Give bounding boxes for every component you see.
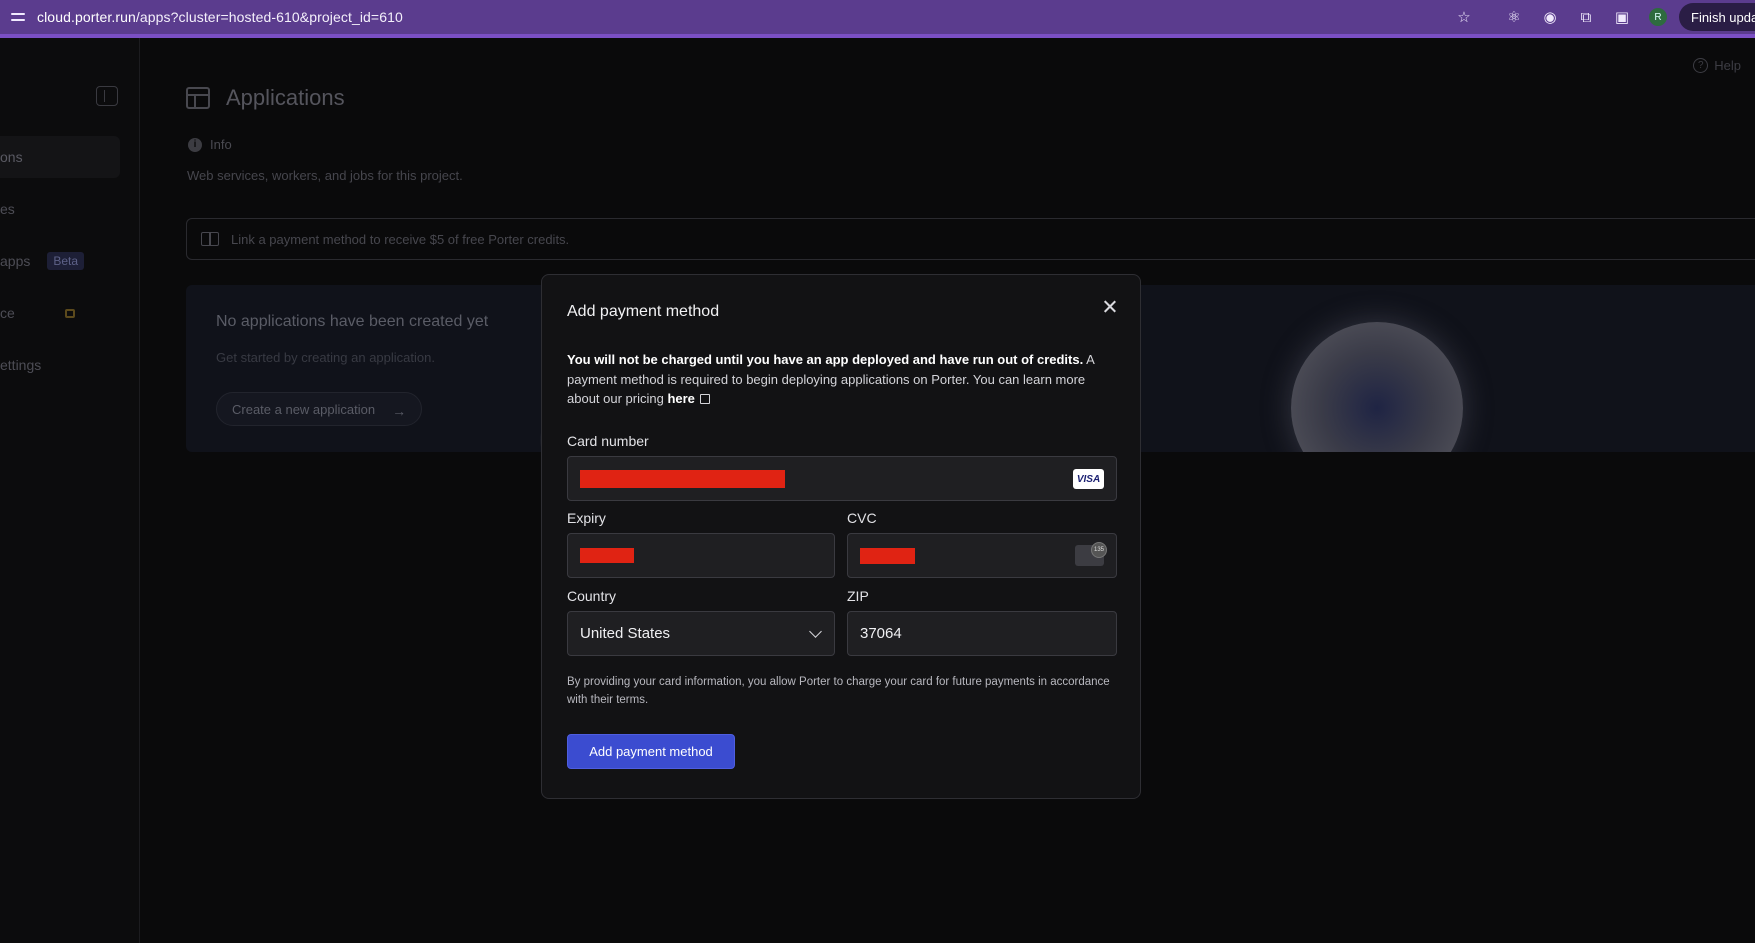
help-label: Help <box>1714 58 1741 73</box>
url-host: cloud.porter.run <box>37 9 136 25</box>
extensions-puzzle-icon[interactable]: ⧉ <box>1577 8 1595 26</box>
card-number-label: Card number <box>567 433 649 449</box>
decorative-orb <box>1291 322 1463 452</box>
sidebar-item-label: ce <box>0 305 15 321</box>
create-application-label: Create a new application <box>232 401 376 417</box>
expiry-label: Expiry <box>567 510 606 526</box>
empty-state-subtitle: Get started by creating an application. <box>216 350 435 365</box>
site-settings-icon[interactable] <box>11 11 25 23</box>
sidebar-item-preview-apps[interactable]: apps Beta <box>0 240 120 282</box>
sidebar-item-label: apps <box>0 253 31 269</box>
zip-value: 37064 <box>860 625 902 642</box>
finish-update-button[interactable]: Finish upda <box>1679 3 1755 31</box>
toolbar-divider <box>0 34 1755 38</box>
payment-promo-banner[interactable]: Link a payment method to receive $5 of f… <box>186 218 1755 260</box>
profile-avatar[interactable]: R <box>1649 8 1667 26</box>
help-icon: ? <box>1693 58 1709 73</box>
help-link[interactable]: ? Help <box>1693 58 1741 73</box>
sidebar: ons es apps Beta ce ettings <box>0 38 140 943</box>
arrow-right-icon: → <box>392 403 407 419</box>
applications-icon <box>186 87 210 109</box>
side-panel-icon[interactable]: ▣ <box>1613 8 1631 26</box>
external-link-icon <box>699 394 710 404</box>
country-value: United States <box>580 625 671 642</box>
expiry-input[interactable] <box>567 533 835 578</box>
page-subtitle: Web services, workers, and jobs for this… <box>187 168 463 183</box>
sidebar-item-label: ons <box>0 149 23 165</box>
add-payment-modal: Add payment method You will not be charg… <box>541 274 1141 799</box>
visa-card-icon: VISA <box>1073 469 1104 489</box>
collapse-sidebar-icon[interactable] <box>96 86 118 106</box>
notice-bold: You will not be charged until you have a… <box>567 352 1084 367</box>
sidebar-item-compliance[interactable]: ce <box>0 292 120 334</box>
create-application-button[interactable]: Create a new application → <box>216 392 423 426</box>
country-label: Country <box>567 588 617 604</box>
cvc-input[interactable] <box>847 533 1117 578</box>
empty-state-title: No applications have been created yet <box>216 313 489 330</box>
zip-label: ZIP <box>847 588 869 604</box>
redacted-card-number <box>580 469 785 488</box>
sidebar-item-label: ettings <box>0 357 42 373</box>
promo-text: Link a payment method to receive $5 of f… <box>231 231 570 247</box>
sidebar-item-add-ons[interactable]: es <box>0 188 120 230</box>
redacted-expiry <box>580 548 634 563</box>
card-number-input[interactable]: VISA <box>567 456 1117 501</box>
url-path: /apps?cluster=hosted-610&project_id=610 <box>135 9 403 25</box>
info-toggle[interactable]: i Info <box>188 137 232 152</box>
add-payment-method-button[interactable]: Add payment method <box>567 734 735 769</box>
billing-notice: You will not be charged until you have a… <box>567 350 1117 409</box>
terms-text: By providing your card information, you … <box>567 676 1110 706</box>
zip-input[interactable]: 37064 <box>847 611 1117 656</box>
password-manager-extension-icon[interactable]: ◉ <box>1541 8 1559 26</box>
redacted-cvc <box>860 547 915 564</box>
address-bar[interactable]: cloud.porter.run/apps?cluster=hosted-610… <box>37 9 403 25</box>
info-icon: i <box>188 137 202 152</box>
page-title: Applications <box>226 85 345 110</box>
browser-toolbar: cloud.porter.run/apps?cluster=hosted-610… <box>0 0 1755 34</box>
lock-icon <box>64 308 75 318</box>
info-label: Info <box>210 137 232 152</box>
gift-icon <box>201 232 219 246</box>
modal-title: Add payment method <box>567 303 720 320</box>
cvc-card-icon <box>1075 542 1107 566</box>
cvc-label: CVC <box>847 510 877 526</box>
bookmark-star-icon[interactable]: ☆ <box>1455 8 1473 26</box>
chevron-down-icon <box>809 625 822 638</box>
sidebar-item-settings[interactable]: ettings <box>0 344 120 386</box>
sidebar-item-applications[interactable]: ons <box>0 136 120 178</box>
react-devtools-extension-icon[interactable]: ⚛ <box>1505 8 1523 26</box>
beta-badge: Beta <box>47 252 85 270</box>
pricing-link[interactable]: here <box>667 391 694 406</box>
close-icon[interactable] <box>1100 297 1120 317</box>
sidebar-item-label: es <box>0 201 15 217</box>
country-select[interactable]: United States <box>567 611 835 656</box>
